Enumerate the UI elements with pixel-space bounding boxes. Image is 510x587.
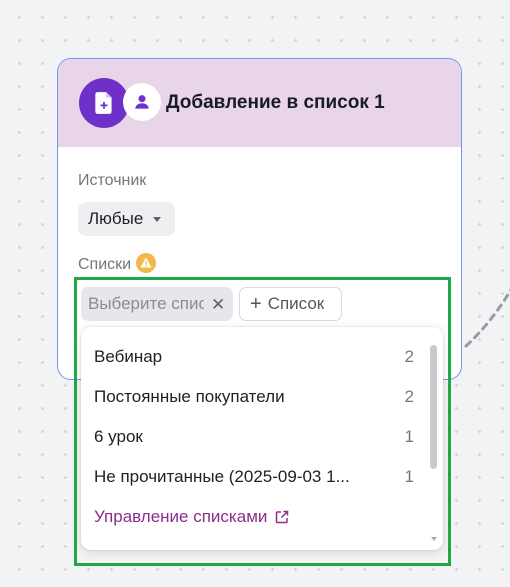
list-item-label: Вебинар <box>94 347 163 366</box>
lists-dropdown: Вебинар 2 Постоянные покупатели 2 6 урок… <box>81 327 443 550</box>
add-document-icon <box>79 78 129 128</box>
manage-lists-link[interactable]: Управление списками <box>94 507 289 527</box>
list-item-count: 1 <box>404 427 414 446</box>
node-title: Добавление в список 1 <box>166 92 385 113</box>
manage-lists-label: Управление списками <box>94 507 268 526</box>
scroll-down-arrow-icon[interactable] <box>431 537 437 541</box>
list-item-count: 2 <box>404 347 414 366</box>
warning-triangle-icon <box>136 253 157 274</box>
dropdown-scrollbar[interactable] <box>430 341 437 541</box>
list-item-label: Постоянные покупатели <box>94 387 285 406</box>
external-link-icon <box>275 510 289 524</box>
node-header: Добавление в список 1 <box>58 59 461 147</box>
source-label: Источник <box>78 172 147 189</box>
source-selected-value: Любые <box>88 209 144 228</box>
lists-label: Списки <box>78 253 157 274</box>
user-icon <box>123 83 161 121</box>
list-item[interactable]: Вебинар 2 <box>94 345 414 369</box>
source-select[interactable]: Любые <box>78 202 176 236</box>
scrollbar-thumb[interactable] <box>430 345 437 469</box>
chevron-down-icon <box>153 216 162 222</box>
list-item-count: 1 <box>404 467 414 486</box>
list-item-count: 2 <box>404 387 414 406</box>
add-list-button[interactable]: + Список <box>239 287 342 321</box>
list-item-label: 6 урок <box>94 427 143 446</box>
list-item[interactable]: Постоянные покупатели 2 <box>94 385 414 409</box>
list-item-label: Не прочитанные (2025-09-03 1... <box>94 467 350 486</box>
lists-select-placeholder: Выберите списки <box>88 294 204 313</box>
list-item[interactable]: 6 урок 1 <box>94 425 414 449</box>
list-item[interactable]: Не прочитанные (2025-09-03 1... 1 <box>94 465 414 489</box>
lists-select-input[interactable]: Выберите списки ✕ <box>81 287 233 321</box>
plus-icon: + <box>250 293 262 315</box>
lists-label-text: Списки <box>78 256 132 273</box>
add-list-button-label: Список <box>267 294 325 313</box>
clear-selection-icon[interactable]: ✕ <box>211 296 225 313</box>
